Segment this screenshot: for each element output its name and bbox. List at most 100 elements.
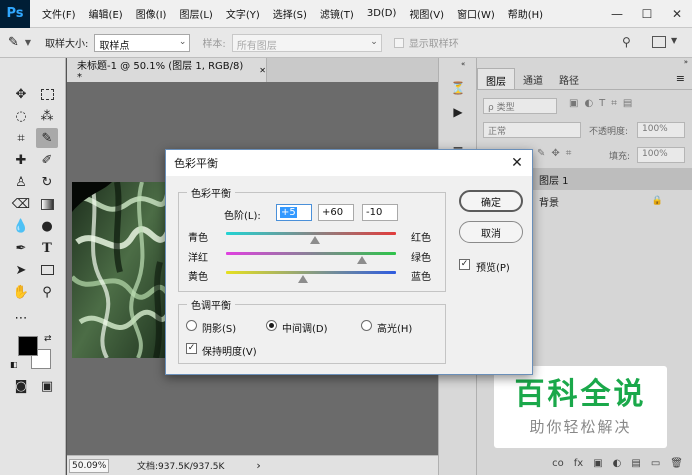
- healing-brush-icon[interactable]: ✚: [10, 150, 32, 170]
- zoom-level-field[interactable]: 50.09%: [69, 458, 109, 473]
- fill-label: 填充:: [609, 152, 631, 162]
- document-tab[interactable]: 未标题-1 @ 50.1% (图层 1, RGB/8) * ✕: [67, 58, 267, 83]
- menu-select[interactable]: 选择(S): [273, 6, 307, 21]
- crop-tool-icon[interactable]: ⌗: [10, 128, 32, 148]
- sample-size-select[interactable]: 取样点 ⌄: [94, 33, 191, 52]
- shadows-radio[interactable]: [186, 320, 197, 331]
- menu-image[interactable]: 图像(I): [136, 6, 167, 21]
- sample-select[interactable]: 所有图层 ⌄: [231, 33, 382, 52]
- eyedropper-preset-icon[interactable]: ✎: [8, 35, 19, 50]
- levels-magenta-green-field[interactable]: +60: [318, 204, 354, 221]
- panel-menu-icon[interactable]: ≡: [676, 72, 685, 85]
- workspace-dropdown-icon[interactable]: ▼: [671, 36, 677, 45]
- menu-view[interactable]: 视图(V): [409, 6, 444, 21]
- tab-layers[interactable]: 图层: [477, 68, 515, 89]
- actions-panel-icon[interactable]: ▶: [447, 102, 469, 122]
- sample-value: 所有图层: [236, 40, 277, 52]
- group-icon[interactable]: ▤: [631, 458, 640, 469]
- eyedropper-tool-icon[interactable]: ✎: [36, 128, 58, 148]
- zoom-tool-icon[interactable]: ⚲: [36, 282, 58, 302]
- history-panel-icon[interactable]: ⏳: [447, 78, 469, 98]
- type-tool-icon[interactable]: T: [36, 238, 58, 258]
- lasso-tool-icon[interactable]: ◌: [10, 106, 32, 126]
- lock-icons: ✎✥⌗: [537, 148, 578, 159]
- pen-tool-icon[interactable]: ✒: [10, 238, 32, 258]
- document-info[interactable]: 文档:937.5K/937.5K: [137, 459, 224, 472]
- fill-field[interactable]: 100%: [637, 147, 685, 163]
- dodge-tool-icon[interactable]: ●: [36, 216, 58, 236]
- shape-tool-icon[interactable]: [36, 260, 58, 280]
- blue-label: 蓝色: [411, 272, 431, 283]
- cancel-button[interactable]: 取消: [459, 221, 523, 243]
- menu-layer[interactable]: 图层(L): [179, 6, 212, 21]
- default-colors-icon[interactable]: ◧: [10, 360, 18, 369]
- ok-button[interactable]: 确定: [459, 190, 523, 212]
- status-menu-arrow[interactable]: ›: [256, 459, 260, 472]
- levels-yellow-blue-field[interactable]: -10: [362, 204, 398, 221]
- menu-edit[interactable]: 编辑(E): [89, 6, 123, 21]
- watermark-logo: 百科全说 助你轻松解决: [494, 366, 667, 448]
- magenta-green-slider-track[interactable]: [226, 252, 396, 255]
- menu-type[interactable]: 文字(Y): [226, 6, 260, 21]
- workspace-icon[interactable]: [652, 36, 666, 48]
- menu-help[interactable]: 帮助(H): [508, 6, 543, 21]
- move-tool-icon[interactable]: ✥: [10, 84, 32, 104]
- gradient-tool-icon[interactable]: [36, 194, 58, 214]
- menu-window[interactable]: 窗口(W): [457, 6, 495, 21]
- layer-kind-filter[interactable]: ρ 类型: [483, 98, 557, 114]
- menu-filter[interactable]: 滤镜(T): [320, 6, 354, 21]
- opacity-field[interactable]: 100%: [637, 122, 685, 138]
- midtones-radio[interactable]: [266, 320, 277, 331]
- mask-icon[interactable]: ▣: [593, 458, 602, 469]
- marquee-tool-icon[interactable]: [36, 84, 58, 104]
- link-layers-icon[interactable]: co: [552, 458, 564, 469]
- quick-mask-icon[interactable]: ◙: [10, 376, 32, 396]
- menu-file[interactable]: 文件(F): [42, 6, 76, 21]
- blend-mode-select[interactable]: 正常: [483, 122, 581, 138]
- preserve-luminosity-checkbox[interactable]: ✓: [186, 343, 197, 354]
- collapse-right-icon[interactable]: »: [684, 58, 688, 66]
- layer-name: 图层 1: [539, 175, 569, 187]
- adjustment-icon[interactable]: ◐: [613, 458, 622, 469]
- cyan-red-slider-thumb[interactable]: [310, 236, 321, 244]
- chevron-down-icon: ⌄: [178, 36, 187, 47]
- levels-cyan-red-field[interactable]: +5: [276, 204, 312, 221]
- new-layer-icon[interactable]: ▭: [651, 458, 660, 469]
- search-icon[interactable]: ⚲: [622, 35, 631, 49]
- trash-icon[interactable]: 🗑: [670, 458, 683, 469]
- cyan-red-slider-track[interactable]: [226, 232, 396, 235]
- yellow-blue-slider-track[interactable]: [226, 271, 396, 274]
- maximize-button[interactable]: ☐: [632, 0, 662, 28]
- more-tools-icon[interactable]: ⋯: [10, 308, 32, 328]
- collapse-panels-icon[interactable]: «: [461, 60, 465, 68]
- fx-icon[interactable]: fx: [574, 458, 583, 469]
- tab-paths[interactable]: 路径: [551, 68, 587, 89]
- close-window-button[interactable]: ✕: [662, 0, 692, 28]
- close-dialog-button[interactable]: ✕: [508, 154, 526, 172]
- show-ring-checkbox[interactable]: [393, 37, 404, 48]
- eraser-tool-icon[interactable]: ⌫: [10, 194, 32, 214]
- close-tab-icon[interactable]: ✕: [259, 66, 266, 75]
- menu-3d[interactable]: 3D(D): [367, 8, 397, 19]
- history-brush-icon[interactable]: ↻: [36, 172, 58, 192]
- foreground-color-swatch[interactable]: [18, 336, 38, 356]
- screen-mode-icon[interactable]: ▣: [36, 376, 58, 396]
- color-balance-dialog: 色彩平衡 ✕ 色彩平衡 色阶(L): +5 +60 -10 青色 红色 洋红 绿…: [165, 149, 533, 375]
- hand-tool-icon[interactable]: ✋: [10, 282, 32, 302]
- blur-tool-icon[interactable]: 💧: [10, 216, 32, 236]
- path-select-icon[interactable]: ➤: [10, 260, 32, 280]
- window-controls: — ☐ ✕: [602, 0, 692, 28]
- highlights-radio[interactable]: [361, 320, 372, 331]
- magenta-green-slider-thumb[interactable]: [357, 256, 367, 264]
- yellow-label: 黄色: [188, 272, 208, 283]
- preset-dropdown-icon[interactable]: ▼: [25, 38, 31, 47]
- magic-wand-icon[interactable]: ⁂: [36, 106, 58, 126]
- preview-checkbox[interactable]: ✓: [459, 259, 470, 270]
- swap-colors-icon[interactable]: ⇄: [44, 334, 52, 344]
- dialog-titlebar[interactable]: 色彩平衡 ✕: [166, 150, 532, 176]
- brush-tool-icon[interactable]: ✐: [36, 150, 58, 170]
- tab-channels[interactable]: 通道: [515, 68, 551, 89]
- stamp-tool-icon[interactable]: ♙: [10, 172, 32, 192]
- yellow-blue-slider-thumb[interactable]: [297, 275, 308, 283]
- minimize-button[interactable]: —: [602, 0, 632, 28]
